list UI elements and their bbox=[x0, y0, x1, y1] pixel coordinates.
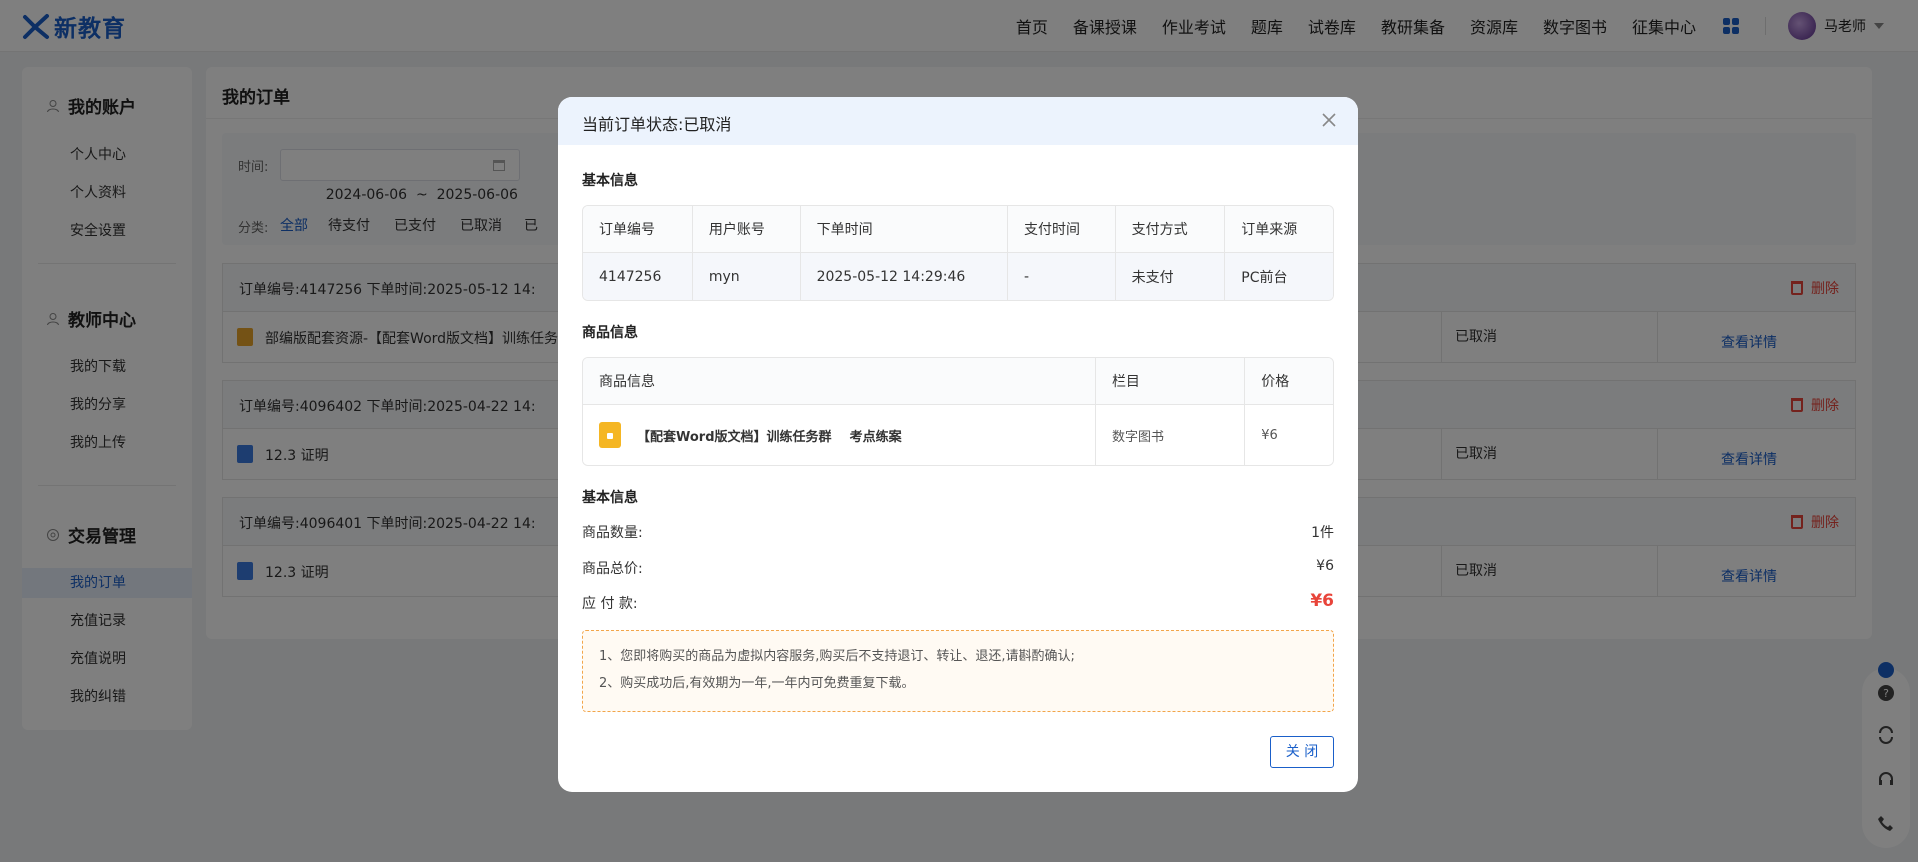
summary-value: 1件 bbox=[1311, 525, 1334, 541]
section-title-basic: 基本信息 bbox=[582, 173, 638, 189]
summary-quantity: 商品数量: 1件 bbox=[582, 522, 1334, 542]
payment-method: 未支付 bbox=[1115, 253, 1226, 300]
summary-label: 商品数量: bbox=[582, 525, 643, 541]
table-header: 用户账号 bbox=[692, 206, 801, 253]
table-header: 订单来源 bbox=[1225, 206, 1333, 253]
file-icon bbox=[599, 422, 621, 448]
notice-line: 2、购买成功后,有效期为一年,一年内可免费重复下载。 bbox=[599, 676, 915, 691]
table-header: 支付时间 bbox=[1008, 206, 1116, 253]
notice-line: 1、您即将购买的商品为虚拟内容服务,购买后不支持退订、转让、退还,请斟酌确认; bbox=[599, 649, 1075, 664]
order-detail-dialog: 当前订单状态:已取消 基本信息 订单编号 用户账号 下单时间 支付时间 支付方式… bbox=[558, 97, 1358, 792]
order-source: PC前台 bbox=[1225, 253, 1333, 300]
close-button[interactable]: 关 闭 bbox=[1270, 736, 1334, 768]
table-header: 价格 bbox=[1245, 358, 1333, 405]
goods-item: 【配套Word版文档】训练任务群 考点练案 bbox=[599, 422, 1095, 448]
goods-column: 数字图书 bbox=[1095, 405, 1246, 465]
section-title-summary: 基本信息 bbox=[582, 490, 638, 506]
close-icon[interactable] bbox=[1320, 111, 1338, 129]
goods-table: 商品信息 栏目 价格 【配套Word版文档】训练任务群 考点练案 数字图书 ¥6 bbox=[582, 357, 1334, 466]
table-header: 栏目 bbox=[1095, 358, 1246, 405]
payment-time: - bbox=[1008, 253, 1116, 300]
dialog-header: 当前订单状态:已取消 bbox=[558, 97, 1358, 145]
purchase-notice: 1、您即将购买的商品为虚拟内容服务,购买后不支持退订、转让、退还,请斟酌确认; … bbox=[582, 630, 1334, 712]
table-header: 下单时间 bbox=[800, 206, 1008, 253]
goods-price: ¥6 bbox=[1245, 405, 1333, 465]
table-header: 商品信息 bbox=[583, 358, 1096, 405]
basic-info-table: 订单编号 用户账号 下单时间 支付时间 支付方式 订单来源 4147256 my… bbox=[582, 205, 1334, 301]
goods-name: 【配套Word版文档】训练任务群 考点练案 bbox=[637, 429, 902, 445]
table-header: 支付方式 bbox=[1115, 206, 1226, 253]
summary-label: 应 付 款: bbox=[582, 596, 638, 612]
summary-value: ¥6 bbox=[1316, 558, 1334, 574]
order-time: 2025-05-12 14:29:46 bbox=[800, 253, 1008, 300]
user-account: myn bbox=[692, 253, 801, 300]
dialog-title: 当前订单状态:已取消 bbox=[582, 115, 732, 134]
summary-payable: 应 付 款: ¥6 bbox=[582, 591, 1334, 613]
summary-total: 商品总价: ¥6 bbox=[582, 558, 1334, 578]
order-number: 4147256 bbox=[583, 253, 693, 300]
section-title-goods: 商品信息 bbox=[582, 325, 638, 341]
payable-amount: ¥6 bbox=[1310, 591, 1334, 611]
table-header: 订单编号 bbox=[583, 206, 693, 253]
summary-label: 商品总价: bbox=[582, 561, 643, 577]
